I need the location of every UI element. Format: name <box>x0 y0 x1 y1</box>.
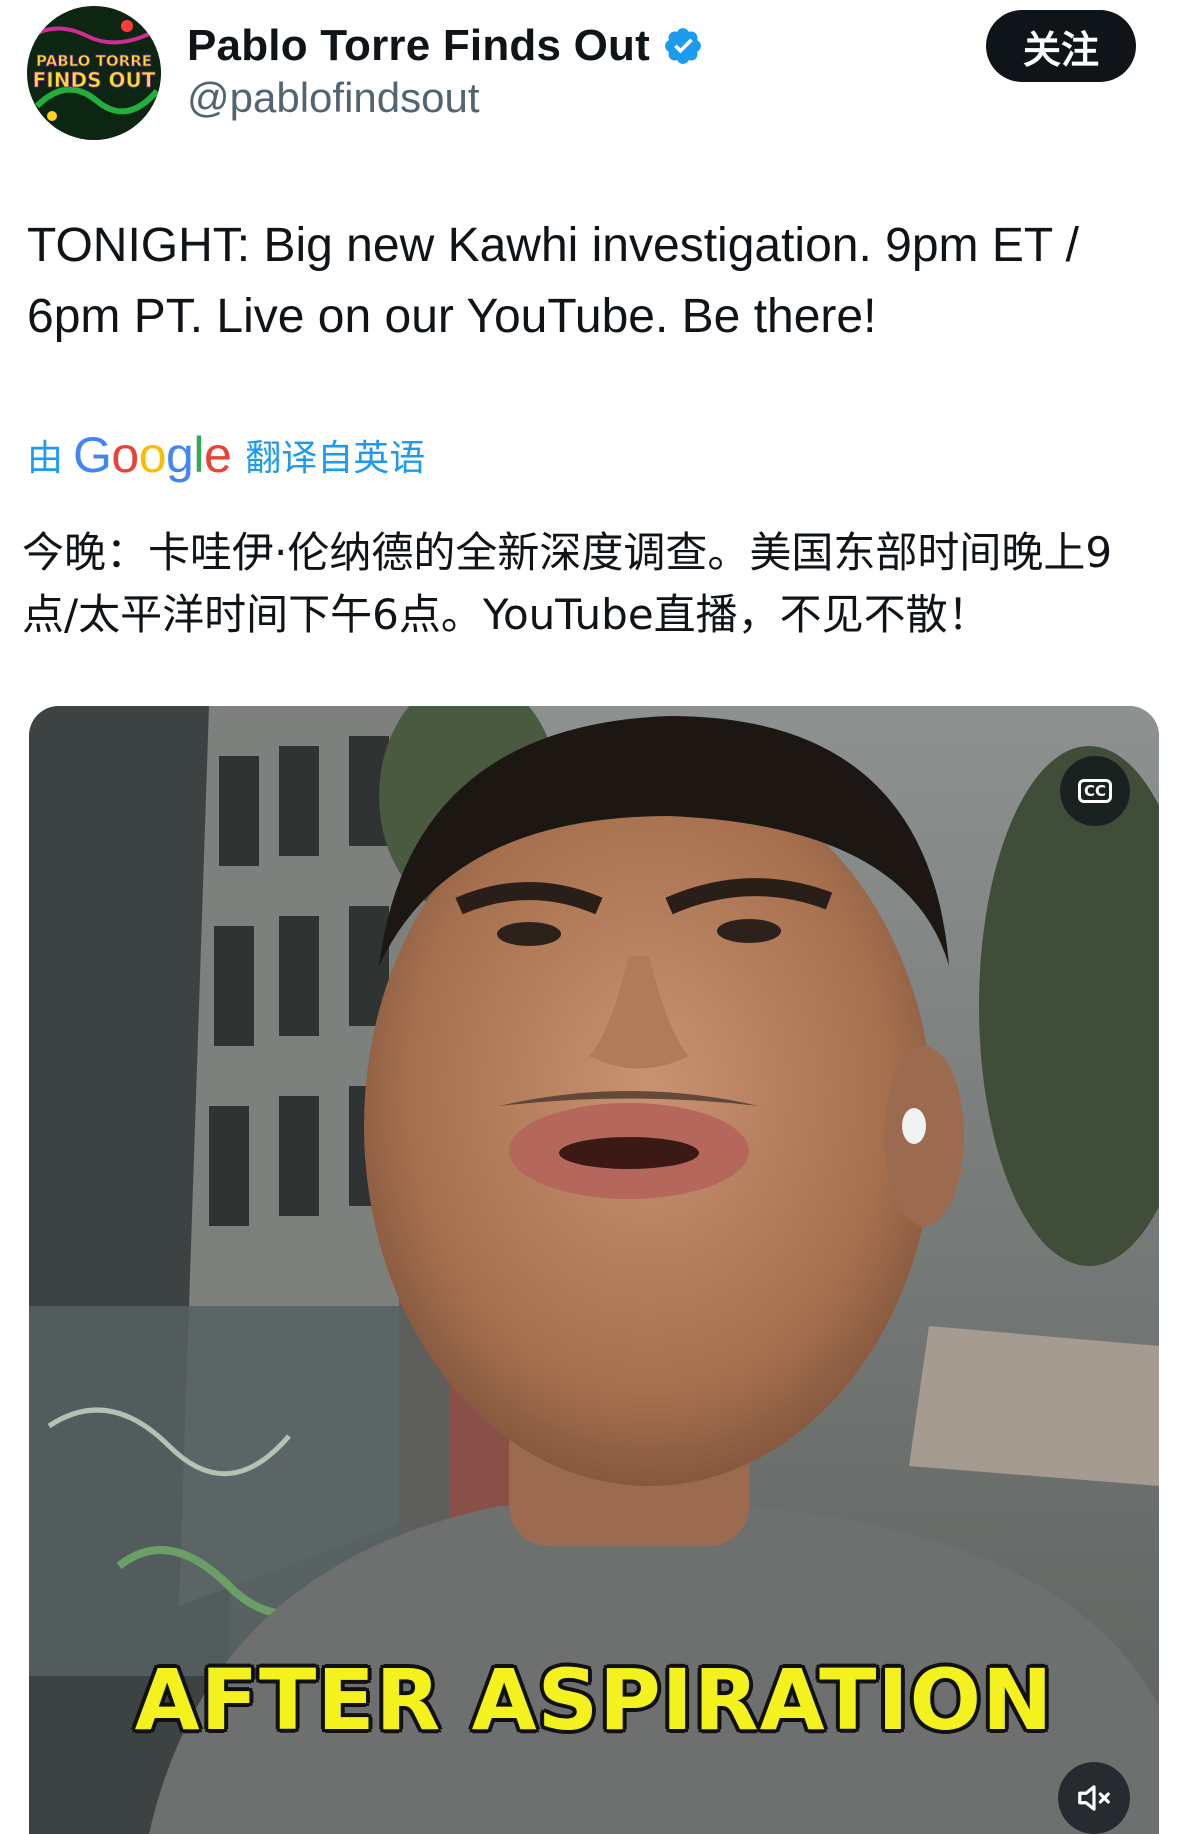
author-handle[interactable]: @pablofindsout <box>187 74 480 122</box>
video-caption: AFTER ASPIRATION <box>134 1651 1054 1749</box>
follow-button[interactable]: 关注 <box>986 10 1136 82</box>
google-logo: Google <box>73 427 232 483</box>
video-player[interactable]: AFTER ASPIRATION CC <box>29 706 1159 1834</box>
tweet-text: TONIGHT: Big new Kawhi investigation. 9p… <box>27 219 1079 343</box>
translation-prefix: 由 <box>27 438 64 479</box>
avatar-image: PABLO TORRE FINDS OUT <box>27 6 161 140</box>
author-display-name[interactable]: Pablo Torre Finds Out <box>187 21 650 71</box>
avatar-line-2: FINDS OUT <box>33 68 156 92</box>
avatar[interactable]: PABLO TORRE FINDS OUT <box>27 6 161 140</box>
tweet-card: PABLO TORRE FINDS OUT Pablo Torre Finds … <box>0 0 1179 1834</box>
translation-attribution[interactable]: 由 Google 翻译自英语 <box>27 425 425 485</box>
speaker-muted-icon <box>1078 1785 1110 1811</box>
translation-suffix: 翻译自英语 <box>245 438 426 479</box>
translated-tweet-text: 今晚：卡哇伊·伦纳德的全新深度调查。美国东部时间晚上9点/太平洋时间下午6点。Y… <box>22 528 1113 639</box>
mute-toggle-button[interactable] <box>1058 1762 1130 1834</box>
closed-captions-icon: CC <box>1077 779 1113 803</box>
verified-badge-icon <box>665 28 701 64</box>
author-name-row[interactable]: Pablo Torre Finds Out <box>187 18 704 74</box>
closed-captions-button[interactable]: CC <box>1060 756 1130 826</box>
